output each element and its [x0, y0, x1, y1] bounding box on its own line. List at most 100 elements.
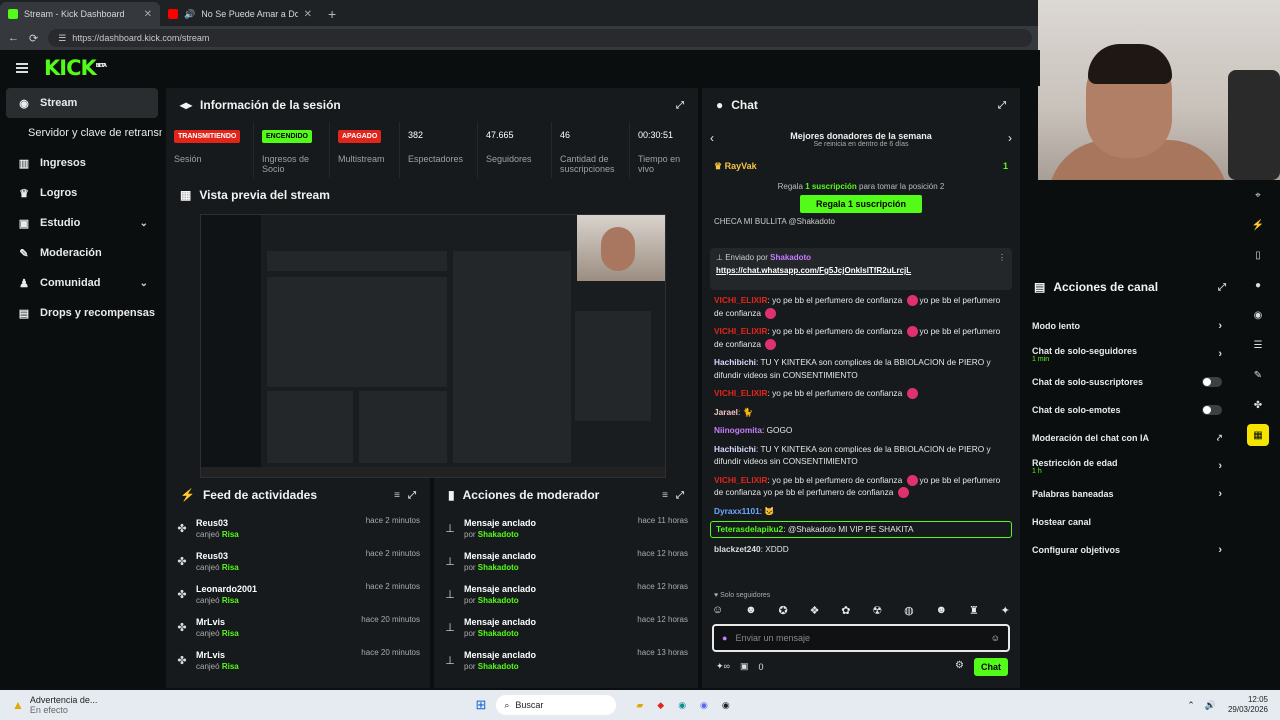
chat-user[interactable]: Jarael: [714, 407, 738, 417]
chat-user[interactable]: Teterasdelapiku2: [716, 524, 783, 534]
sidebar-item-estudio[interactable]: ▣ Estudio ⌄: [0, 208, 162, 238]
expand-icon[interactable]: ⤢: [1218, 282, 1226, 293]
broadcast-icon[interactable]: ◉: [1247, 304, 1269, 326]
browser-app-icon[interactable]: ◆: [657, 700, 664, 711]
alert-widget[interactable]: Advertencia de... En efecto: [30, 695, 98, 715]
sidebar-item-drops[interactable]: ▤ Drops y recompensas: [0, 298, 162, 328]
expand-icon[interactable]: ⤢: [408, 490, 416, 501]
sidebar-item-server-key[interactable]: Servidor y clave de retransmisión: [0, 118, 162, 148]
stat-label: Espectadores: [408, 154, 464, 164]
expand-icon[interactable]: ⤢: [676, 490, 684, 501]
chat-user[interactable]: VICHI_ELIXIR: [714, 475, 767, 485]
emotes-only-toggle[interactable]: [1202, 405, 1222, 415]
emote-icon: [765, 307, 777, 319]
expand-icon[interactable]: ⤢: [676, 100, 684, 111]
filter-icon[interactable]: ≡: [394, 490, 400, 501]
clock[interactable]: 12:05 29/03/2026: [1228, 695, 1268, 715]
layout-icon[interactable]: ☰: [1247, 334, 1269, 356]
emote-icon[interactable]: ☻: [745, 604, 757, 620]
volume-icon[interactable]: 🔊: [1205, 700, 1216, 711]
chat-user[interactable]: VICHI_ELIXIR: [714, 326, 767, 336]
sidebar-item-stream[interactable]: ◉ Stream: [6, 88, 158, 118]
badges-icon[interactable]: ✦∞: [716, 661, 730, 672]
banned-words-row[interactable]: Palabras baneadas ›: [1024, 480, 1236, 508]
chat-icon[interactable]: ●: [1247, 274, 1269, 296]
chevron-left-icon[interactable]: ‹: [710, 131, 714, 145]
chat-user[interactable]: Dyraxx1101: [714, 506, 760, 516]
stat-value-wrap: TRANSMITIENDO: [174, 130, 245, 144]
emote-icon[interactable]: ☺: [712, 604, 723, 620]
pinned-link[interactable]: https://chat.whatsapp.com/Fg5JcjOnklsITf…: [716, 266, 1006, 275]
new-tab-button[interactable]: +: [320, 2, 344, 26]
start-windows-icon[interactable]: ⊞: [475, 697, 486, 713]
filter-icon[interactable]: ≡: [662, 490, 668, 501]
chat-user[interactable]: VICHI_ELIXIR: [714, 295, 767, 305]
emote-bar: ☺ ☻ ✪ ❖ ✿ ☢ ◍ ☻ ♜ ✦: [712, 604, 1010, 620]
mic-icon[interactable]: ●: [722, 633, 727, 643]
close-tab-icon[interactable]: ✕: [304, 9, 312, 20]
back-icon[interactable]: ←: [8, 32, 19, 44]
settings-gear-icon[interactable]: ⚙: [955, 660, 964, 671]
emoji-icon[interactable]: ☺: [991, 633, 1000, 643]
sidebar-item-ingresos[interactable]: ▥ Ingresos: [0, 148, 162, 178]
emote-icon[interactable]: ♜: [969, 604, 979, 620]
menu-icon[interactable]: [16, 63, 28, 73]
chevron-right-icon[interactable]: ›: [1008, 131, 1012, 145]
notes-icon[interactable]: ▯: [1247, 244, 1269, 266]
points-icon[interactable]: ✤: [1247, 394, 1269, 416]
slow-mode-row[interactable]: Modo lento ›: [1024, 312, 1236, 340]
more-icon[interactable]: ⋮: [998, 253, 1006, 262]
emote-icon[interactable]: ☻: [936, 604, 948, 620]
emote-icon[interactable]: ✿: [841, 604, 850, 620]
ai-moderation-row[interactable]: Moderación del chat con IA ⤤: [1024, 424, 1236, 452]
mod-entry: Mensaje anclado por Shakadoto: [464, 551, 536, 572]
set-goals-row[interactable]: Configurar objetivos ›: [1024, 536, 1236, 564]
feed-user: Reus03: [196, 518, 229, 528]
chat-user[interactable]: VICHI_ELIXIR: [714, 388, 767, 398]
emote-icon[interactable]: ✪: [779, 604, 788, 620]
emote-icon[interactable]: ◍: [904, 604, 914, 620]
taskbar-search[interactable]: ⌕ Buscar: [496, 695, 617, 715]
url-input[interactable]: ☰ https://dashboard.kick.com/stream: [48, 29, 1032, 47]
sidebar-item-comunidad[interactable]: ♟ Comunidad ⌄: [0, 268, 162, 298]
wifi-icon[interactable]: ⌃: [1187, 700, 1195, 711]
kick-logo[interactable]: KICKBETA: [44, 56, 107, 80]
close-tab-icon[interactable]: ✕: [144, 9, 152, 20]
expand-icon[interactable]: ⤢: [998, 100, 1006, 111]
emote-icon[interactable]: ✦: [1001, 604, 1010, 620]
chat-input[interactable]: ● Enviar un mensaje ☺: [712, 624, 1010, 652]
edge-icon[interactable]: ◉: [678, 700, 686, 711]
site-info-icon[interactable]: ☰: [58, 33, 66, 44]
subscribers-only-toggle[interactable]: [1202, 377, 1222, 387]
chat-user[interactable]: Hachibichi: [714, 357, 756, 367]
file-explorer-icon[interactable]: ▰: [636, 700, 643, 711]
stat-value: 382: [408, 130, 424, 140]
bolt-icon[interactable]: ⚡: [1247, 214, 1269, 236]
host-channel-row[interactable]: Hostear canal: [1024, 508, 1236, 536]
chat-user[interactable]: blackzet240: [714, 544, 761, 554]
calendar-icon[interactable]: ▦: [1247, 424, 1269, 446]
warning-icon[interactable]: ▲: [12, 698, 24, 712]
followers-only-row[interactable]: Chat de solo-seguidores 1 min ›: [1024, 340, 1236, 368]
mod-by-line: por Shakadoto: [464, 563, 536, 572]
chat-user[interactable]: Hachibichi: [714, 444, 756, 454]
sidebar-item-logros[interactable]: ♛ Logros: [0, 178, 162, 208]
emote-icon[interactable]: ❖: [810, 604, 820, 620]
age-restriction-row[interactable]: Restricción de edad 1 h ›: [1024, 452, 1236, 480]
chat-user[interactable]: Niinogomita: [714, 425, 762, 435]
wrench-icon[interactable]: ✎: [1247, 364, 1269, 386]
gift-sub-button[interactable]: Regala 1 suscripción: [800, 195, 922, 213]
sidebar-item-moderacion[interactable]: ✎ Moderación: [0, 238, 162, 268]
clip-icon[interactable]: ⌖: [1247, 184, 1269, 206]
tab-youtube[interactable]: 🔊 No Se Puede Amar a Dos - Yo ✕: [160, 2, 320, 26]
send-chat-button[interactable]: Chat: [974, 658, 1008, 676]
obs-icon[interactable]: ◉: [722, 700, 730, 711]
discord-icon[interactable]: ◉: [700, 700, 708, 711]
stream-preview-video[interactable]: [200, 214, 666, 478]
emote-icon[interactable]: ☢: [872, 604, 882, 620]
stat-session: TRANSMITIENDO Sesión: [166, 122, 254, 180]
pinned-message[interactable]: ⊥ Enviado por Shakadoto ⋮ https://chat.w…: [710, 248, 1012, 290]
reload-icon[interactable]: ⟳: [29, 32, 38, 45]
points-icon[interactable]: ▣: [740, 661, 749, 672]
tab-kick-dashboard[interactable]: Stream - Kick Dashboard ✕: [0, 2, 160, 26]
